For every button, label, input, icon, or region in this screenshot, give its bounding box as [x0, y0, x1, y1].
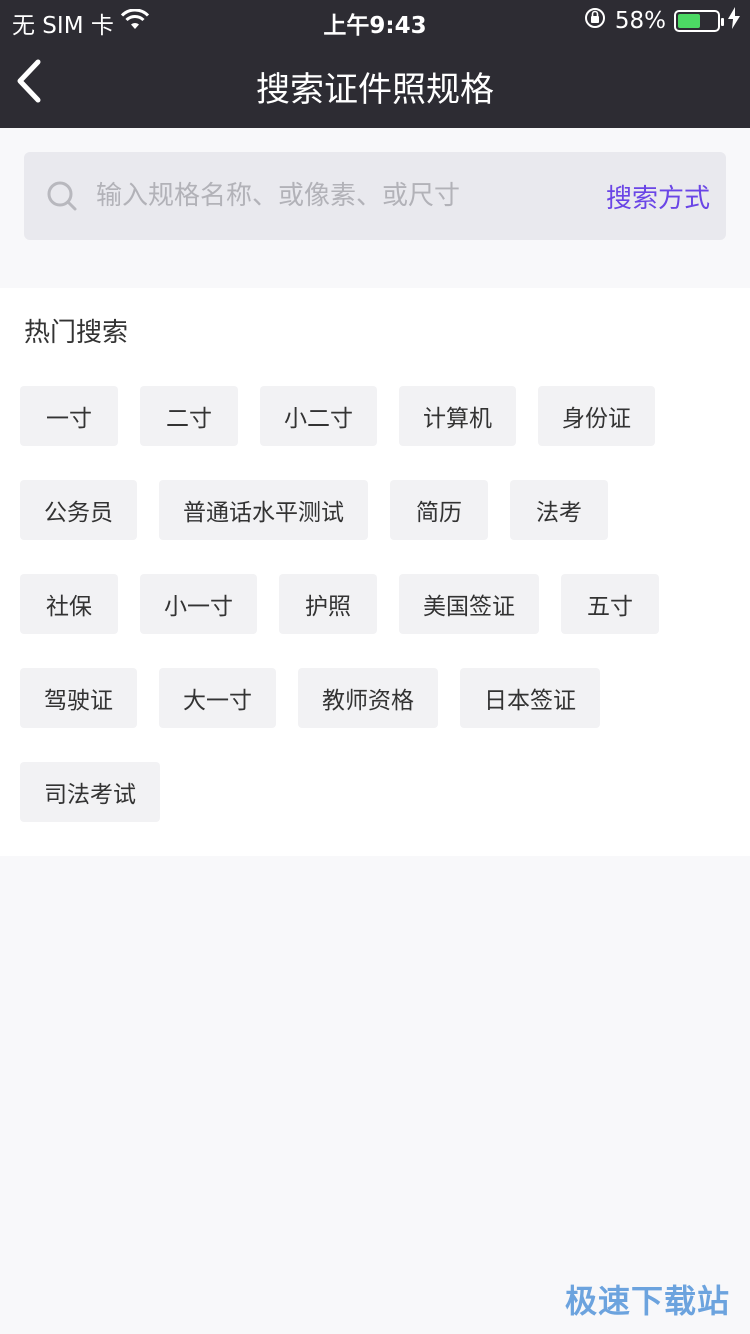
hot-tag[interactable]: 社保 — [20, 574, 118, 634]
app-header: 无 SIM 卡 上午9:43 58% 搜索证件照规格 — [0, 0, 750, 128]
status-right: 58% — [583, 6, 740, 36]
hot-tag[interactable]: 法考 — [510, 480, 608, 540]
hot-tag[interactable]: 五寸 — [561, 574, 659, 634]
hot-tag[interactable]: 护照 — [279, 574, 377, 634]
hot-search-title: 热门搜索 — [24, 318, 129, 348]
search-bar: 搜索方式 — [24, 152, 726, 240]
hot-search-tags: 一寸 二寸 小二寸 计算机 身份证 公务员 普通话水平测试 简历 法考 社保 小… — [20, 386, 720, 822]
hot-tag[interactable]: 一寸 — [20, 386, 118, 446]
battery-icon — [674, 10, 724, 32]
hot-tag[interactable]: 小一寸 — [140, 574, 257, 634]
watermark: 极速下载站 — [564, 1282, 730, 1320]
hot-tag[interactable]: 简历 — [390, 480, 488, 540]
hot-tag[interactable]: 日本签证 — [460, 668, 600, 728]
orientation-lock-icon — [583, 6, 607, 36]
hot-tag[interactable]: 计算机 — [399, 386, 516, 446]
battery-percent: 58% — [614, 8, 666, 34]
search-icon — [46, 180, 78, 212]
search-section: 搜索方式 — [0, 128, 750, 288]
hot-tag[interactable]: 小二寸 — [260, 386, 377, 446]
page-title: 搜索证件照规格 — [256, 70, 494, 110]
hot-tag[interactable]: 大一寸 — [159, 668, 276, 728]
search-input[interactable] — [96, 174, 526, 218]
hot-tag[interactable]: 司法考试 — [20, 762, 160, 822]
hot-tag[interactable]: 美国签证 — [399, 574, 539, 634]
hot-search-section: 热门搜索 一寸 二寸 小二寸 计算机 身份证 公务员 普通话水平测试 简历 法考… — [0, 288, 750, 856]
battery-fill — [678, 14, 700, 28]
search-mode-button[interactable]: 搜索方式 — [606, 178, 710, 215]
hot-tag[interactable]: 身份证 — [538, 386, 655, 446]
status-bar: 无 SIM 卡 上午9:43 58% — [0, 0, 750, 40]
hot-tag[interactable]: 普通话水平测试 — [159, 480, 368, 540]
hot-tag[interactable]: 二寸 — [140, 386, 238, 446]
hot-tag[interactable]: 公务员 — [20, 480, 137, 540]
charging-icon — [728, 7, 740, 35]
hot-tag[interactable]: 教师资格 — [298, 668, 438, 728]
hot-tag[interactable]: 驾驶证 — [20, 668, 137, 728]
